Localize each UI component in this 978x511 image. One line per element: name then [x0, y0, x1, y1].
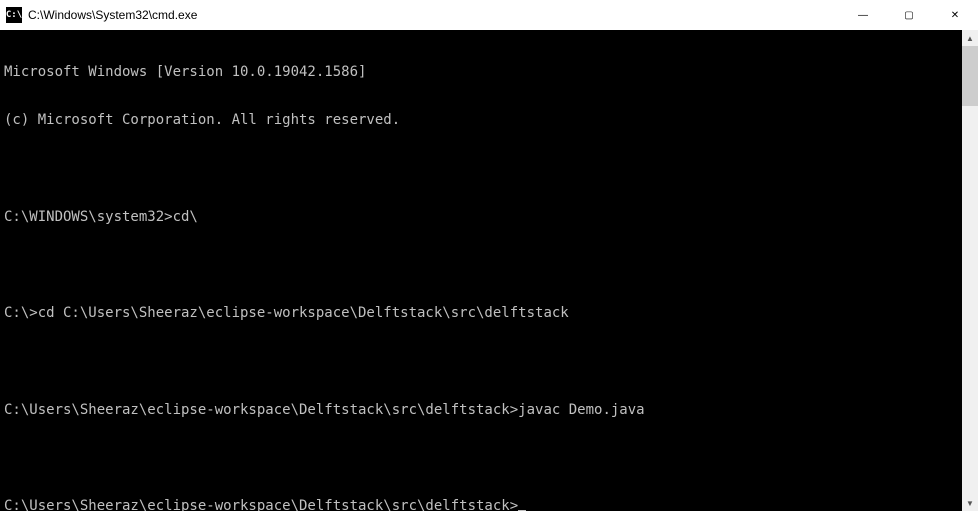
terminal-line [4, 450, 974, 466]
titlebar[interactable]: C:\ C:\Windows\System32\cmd.exe — ▢ ✕ [0, 0, 978, 30]
terminal-output[interactable]: Microsoft Windows [Version 10.0.19042.15… [0, 30, 978, 511]
terminal-line: (c) Microsoft Corporation. All rights re… [4, 112, 974, 128]
terminal-prompt: C:\Users\Sheeraz\eclipse-workspace\Delft… [4, 498, 518, 511]
scroll-thumb[interactable] [962, 46, 978, 106]
scroll-up-arrow-icon[interactable]: ▲ [962, 30, 978, 46]
window-title: C:\Windows\System32\cmd.exe [28, 8, 840, 22]
terminal-line: C:\>cd C:\Users\Sheeraz\eclipse-workspac… [4, 305, 974, 321]
terminal-line: C:\WINDOWS\system32>cd\ [4, 209, 974, 225]
vertical-scrollbar[interactable]: ▲ ▼ [962, 30, 978, 511]
window-controls: — ▢ ✕ [840, 0, 978, 30]
terminal-prompt-line: C:\Users\Sheeraz\eclipse-workspace\Delft… [4, 498, 974, 511]
terminal-line [4, 354, 974, 370]
minimize-button[interactable]: — [840, 0, 886, 30]
cmd-icon: C:\ [6, 7, 22, 23]
terminal-line: C:\Users\Sheeraz\eclipse-workspace\Delft… [4, 402, 974, 418]
maximize-button[interactable]: ▢ [886, 0, 932, 30]
terminal-line [4, 161, 974, 177]
terminal-line [4, 257, 974, 273]
terminal-line: Microsoft Windows [Version 10.0.19042.15… [4, 64, 974, 80]
close-button[interactable]: ✕ [932, 0, 978, 30]
scroll-down-arrow-icon[interactable]: ▼ [962, 495, 978, 511]
